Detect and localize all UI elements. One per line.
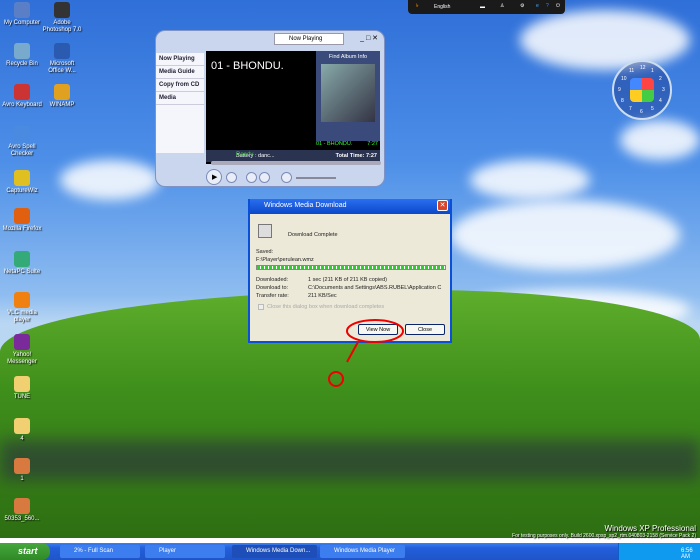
taskbar: start 2% - Full Scan Player Windows Medi… [0,543,700,560]
task-wmp[interactable]: Windows Media Player [320,545,405,558]
start-button[interactable]: start [0,543,50,560]
os-watermark: Windows XP Professional For testing purp… [512,524,696,539]
task-full-scan[interactable]: 2% - Full Scan [60,545,140,558]
clock[interactable]: 6:56 AM [681,548,693,560]
task-player[interactable]: Player [145,545,225,558]
watermark-build: For testing purposes only. Build 2600.xp… [512,533,696,539]
system-tray: 6:56 AM [618,543,700,560]
red-annotation [328,319,404,387]
start-label: start [18,546,38,556]
watermark-title: Windows XP Professional [604,524,696,533]
task-wm-download[interactable]: Windows Media Down... [232,545,317,558]
